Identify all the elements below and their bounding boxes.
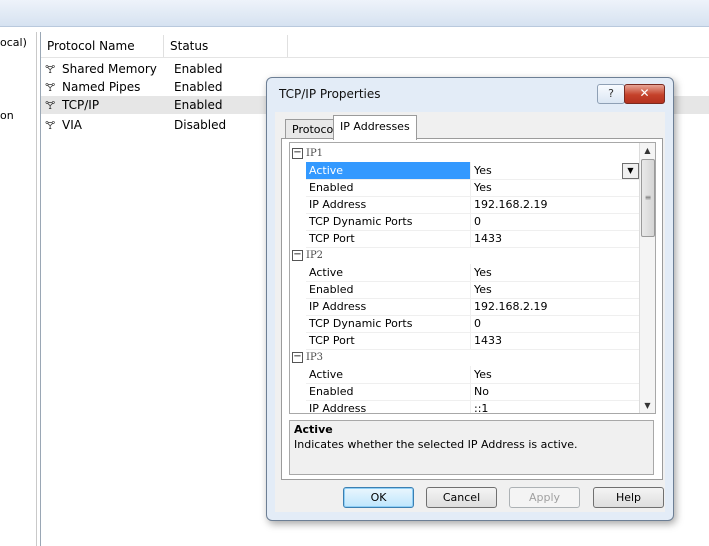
property-name: TCP Port [306, 332, 471, 350]
tab-panel-ip-addresses: − IP1 Active Yes ▼ Enabled Yes IP Address… [281, 138, 663, 480]
protocol-name: VIA [62, 118, 82, 132]
protocol-name: TCP/IP [62, 98, 100, 112]
protocol-status: Enabled [174, 80, 223, 94]
grid-category[interactable]: − IP2 [290, 247, 638, 264]
property-name: Enabled [306, 383, 471, 401]
property-value[interactable]: ::1 [470, 400, 640, 413]
column-header-status[interactable]: Status [164, 35, 288, 57]
property-name: IP Address [306, 400, 471, 413]
scroll-up-icon[interactable]: ▲ [640, 143, 655, 158]
scroll-down-icon[interactable]: ▼ [640, 398, 655, 413]
grid-row[interactable]: Enabled Yes [290, 179, 640, 197]
tree-item[interactable]: ocal) [0, 36, 27, 49]
property-value[interactable]: 0 [470, 213, 640, 231]
description-title: Active [294, 423, 333, 436]
property-grid: − IP1 Active Yes ▼ Enabled Yes IP Address… [289, 142, 656, 414]
property-name: Active [306, 162, 471, 180]
tree-pane: ocal) on [0, 32, 37, 546]
window-toolbar [0, 0, 709, 27]
grid-row[interactable]: IP Address ::1 [290, 400, 640, 413]
scroll-thumb[interactable]: ≡ [641, 159, 655, 237]
property-name: Enabled [306, 281, 471, 299]
grid-category[interactable]: − IP1 [290, 145, 638, 162]
protocol-status: Disabled [174, 118, 227, 132]
tcpip-properties-dialog: TCP/IP Properties ? ✕ Protocol IP Addres… [266, 77, 674, 521]
grid-scrollbar[interactable]: ▲ ≡ ▼ [639, 143, 655, 413]
grid-row[interactable]: IP Address 192.168.2.19 [290, 298, 640, 316]
protocol-status: Enabled [174, 98, 223, 112]
category-name: IP1 [306, 148, 324, 159]
cancel-button[interactable]: Cancel [426, 487, 497, 508]
collapse-icon[interactable]: − [292, 250, 303, 261]
property-name: IP Address [306, 298, 471, 316]
property-value[interactable]: 192.168.2.19 [470, 298, 640, 316]
property-value[interactable]: 1433 [470, 332, 640, 350]
collapse-icon[interactable]: − [292, 352, 303, 363]
tree-item[interactable]: on [0, 109, 14, 122]
column-header-protocol-name[interactable]: Protocol Name [41, 35, 164, 57]
protocol-icon: 🝖 [45, 81, 56, 94]
property-value[interactable]: 192.168.2.19 [470, 196, 640, 214]
grid-category[interactable]: − IP3 [290, 349, 638, 366]
property-name: IP Address [306, 196, 471, 214]
property-value[interactable]: 0 [470, 315, 640, 333]
property-value[interactable]: Yes [470, 264, 640, 282]
protocol-name: Named Pipes [62, 80, 141, 94]
protocol-status: Enabled [174, 62, 223, 76]
property-value[interactable]: No [470, 383, 640, 401]
grid-row[interactable]: Enabled No [290, 383, 640, 401]
tab-ip-addresses[interactable]: IP Addresses [333, 115, 417, 140]
chevron-down-icon[interactable]: ▼ [622, 163, 639, 179]
protocol-name: Shared Memory [62, 62, 157, 76]
ok-button[interactable]: OK [343, 487, 414, 508]
apply-button[interactable]: Apply [509, 487, 580, 508]
property-value[interactable]: Yes ▼ [470, 162, 640, 180]
dialog-title: TCP/IP Properties [279, 87, 381, 101]
property-name: TCP Dynamic Ports [306, 213, 471, 231]
property-name: Active [306, 264, 471, 282]
dialog-client: Protocol IP Addresses − IP1 Active Yes ▼ … [275, 112, 665, 512]
protocol-icon: 🝖 [45, 119, 56, 132]
grid-row[interactable]: Enabled Yes [290, 281, 640, 299]
category-name: IP2 [306, 250, 324, 261]
grid-row[interactable]: TCP Dynamic Ports 0 [290, 213, 640, 231]
collapse-icon[interactable]: − [292, 148, 303, 159]
grid-row[interactable]: Active Yes ▼ [290, 162, 640, 180]
list-item[interactable]: 🝖 Shared Memory Enabled [41, 60, 709, 78]
grid-row[interactable]: TCP Port 1433 [290, 230, 640, 248]
protocol-icon: 🝖 [45, 63, 56, 76]
property-name: TCP Dynamic Ports [306, 315, 471, 333]
grid-row[interactable]: IP Address 192.168.2.19 [290, 196, 640, 214]
property-name: Active [306, 366, 471, 384]
help-button[interactable]: Help [593, 487, 664, 508]
property-value[interactable]: Yes [470, 281, 640, 299]
protocol-icon: 🝖 [45, 99, 56, 112]
property-value[interactable]: Yes [470, 179, 640, 197]
property-name: TCP Port [306, 230, 471, 248]
list-header: Protocol Name Status [41, 35, 709, 58]
property-value[interactable]: 1433 [470, 230, 640, 248]
description-pane: Active Indicates whether the selected IP… [289, 420, 654, 475]
grid-row[interactable]: Active Yes [290, 264, 640, 282]
grid-row[interactable]: TCP Port 1433 [290, 332, 640, 350]
property-value[interactable]: Yes [470, 366, 640, 384]
category-name: IP3 [306, 352, 324, 363]
close-button[interactable]: ✕ [624, 84, 665, 104]
help-icon[interactable]: ? [597, 84, 625, 104]
grid-row[interactable]: TCP Dynamic Ports 0 [290, 315, 640, 333]
property-name: Enabled [306, 179, 471, 197]
description-text: Indicates whether the selected IP Addres… [294, 438, 578, 451]
grid-row[interactable]: Active Yes [290, 366, 640, 384]
